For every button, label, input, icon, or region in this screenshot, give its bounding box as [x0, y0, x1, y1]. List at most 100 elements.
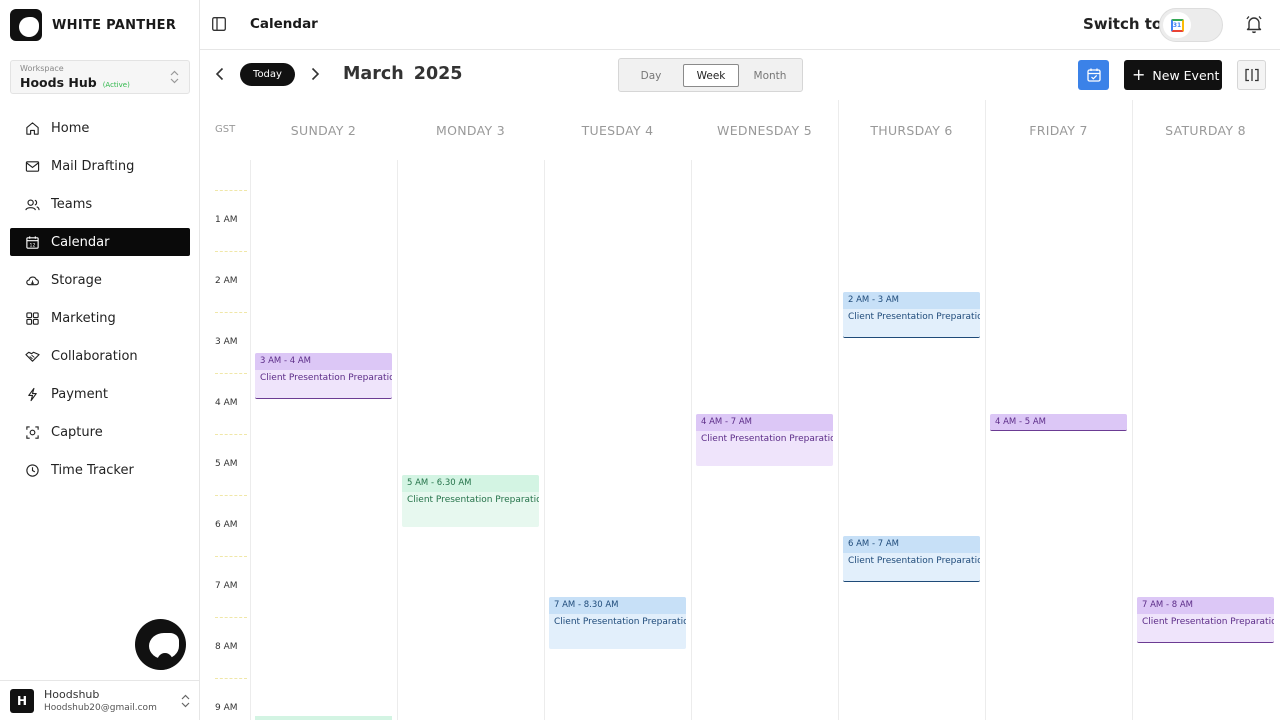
bell-icon[interactable]: [1244, 14, 1264, 34]
bolt-icon: [28, 387, 37, 401]
view-week-button[interactable]: Week: [683, 64, 739, 87]
event-title: Client Presentation Preparation: [848, 312, 980, 322]
hour-label: 2 AM: [215, 276, 238, 286]
new-event-button[interactable]: + New Event: [1124, 60, 1222, 90]
hour-label: 5 AM: [215, 459, 238, 469]
day-header[interactable]: SATURDAY 8: [1132, 123, 1279, 138]
today-button[interactable]: Today: [240, 63, 295, 86]
hour-label: 7 AM: [215, 581, 238, 591]
workspace-name: Hoods Hub (Active): [20, 74, 180, 94]
view-month-button[interactable]: Month: [743, 64, 797, 87]
sidebar-item-mail-drafting[interactable]: Mail Drafting: [10, 152, 190, 180]
calendar-event[interactable]: 4 AM - 5 AM: [990, 414, 1127, 431]
mail-icon: [25, 160, 40, 172]
sidebar-item-label: Home: [51, 120, 90, 136]
panther-logo-icon: [10, 9, 42, 41]
event-time: 5 AM - 6.30 AM: [402, 475, 539, 492]
calendar-event[interactable]: 5 AM - 6.30 AM Client Presentation Prepar…: [402, 475, 539, 527]
current-month-title: March 2025: [343, 64, 463, 84]
day-column-divider: [985, 160, 986, 720]
calendar-icon: [1086, 68, 1101, 82]
sidebar-item-label: Payment: [51, 386, 108, 402]
workspace-selector[interactable]: Workspace Hoods Hub (Active): [10, 60, 190, 94]
sidebar-item-storage[interactable]: Storage: [10, 266, 190, 294]
hour-label: 4 AM: [215, 398, 238, 408]
event-title: Client Presentation Preparation: [554, 617, 686, 627]
calendar-event-overflow[interactable]: [255, 716, 392, 720]
half-hour-tick: [215, 617, 247, 618]
workspace-name-text: Hoods Hub: [20, 75, 97, 90]
half-hour-tick: [215, 434, 247, 435]
calendar-event[interactable]: 2 AM - 3 AM Client Presentation Preparati…: [843, 292, 980, 338]
brand[interactable]: WHITE PANTHER: [10, 9, 176, 41]
sidebar-item-marketing[interactable]: Marketing: [10, 304, 190, 332]
sidebar-item-label: Storage: [51, 272, 102, 288]
users-icon: [25, 198, 40, 210]
timezone-label: GST: [215, 124, 236, 135]
brand-name: WHITE PANTHER: [52, 17, 177, 33]
day-header[interactable]: THURSDAY 6: [838, 123, 985, 138]
half-hour-tick: [215, 556, 247, 557]
sidebar-item-collaboration[interactable]: Collaboration: [10, 342, 190, 370]
half-hour-tick: [215, 678, 247, 679]
chevron-updown-icon: [181, 694, 190, 708]
hour-label: 1 AM: [215, 215, 238, 225]
calendar-event[interactable]: 7 AM - 8.30 AM Client Presentation Prepar…: [549, 597, 686, 649]
sidebar-item-label: Time Tracker: [51, 462, 134, 478]
day-column-divider: [250, 160, 251, 720]
day-column-divider: [1132, 160, 1133, 720]
hour-label: 3 AM: [215, 337, 238, 347]
account-name: Hoodshub: [44, 687, 100, 701]
home-icon: [26, 121, 39, 135]
sidebar-toggle-icon[interactable]: [212, 17, 226, 31]
sidebar-item-payment[interactable]: Payment: [10, 380, 190, 408]
sidebar-item-label: Marketing: [51, 310, 116, 326]
event-title: Client Presentation Preparation: [1142, 617, 1274, 627]
google-calendar-icon: 31: [1170, 18, 1184, 32]
day-header[interactable]: WEDNESDAY 5: [691, 123, 838, 138]
event-time: 4 AM - 5 AM: [990, 414, 1127, 430]
calendar-settings-button[interactable]: [1078, 60, 1109, 90]
view-day-button[interactable]: Day: [625, 64, 677, 87]
day-header[interactable]: MONDAY 3: [397, 123, 544, 138]
calendar-event[interactable]: 7 AM - 8 AM Client Presentation Preparati…: [1137, 597, 1274, 643]
sidebar-item-calendar[interactable]: 12 Calendar: [10, 228, 190, 256]
sidebar-item-time-tracker[interactable]: Time Tracker: [10, 456, 190, 484]
grid-icon: [26, 311, 39, 325]
event-time: 3 AM - 4 AM: [255, 353, 392, 370]
sidebar-item-label: Collaboration: [51, 348, 138, 364]
calendar-event[interactable]: 3 AM - 4 AM Client Presentation Preparati…: [255, 353, 392, 399]
month-name: March: [343, 64, 404, 84]
sidebar-item-capture[interactable]: Capture: [10, 418, 190, 446]
event-time: 2 AM - 3 AM: [843, 292, 980, 309]
split-view-button[interactable]: [1237, 60, 1266, 90]
next-week-button[interactable]: [308, 66, 322, 82]
sidebar-item-teams[interactable]: Teams: [10, 190, 190, 218]
workspace-label: Workspace: [20, 64, 64, 73]
account-avatar: H: [10, 688, 34, 713]
year: 2025: [413, 64, 463, 84]
toggle-knob: 31: [1163, 12, 1191, 38]
plus-icon: +: [1132, 65, 1146, 84]
day-header[interactable]: FRIDAY 7: [985, 123, 1132, 138]
week-calendar-grid: GST SUNDAY 2 MONDAY 3 TUESDAY 4 WEDNESDAY 5…: [200, 100, 1280, 720]
event-title: Client Presentation Preparation: [260, 373, 392, 383]
clock-icon: [26, 463, 39, 477]
view-switcher: Day Week Month: [618, 58, 803, 92]
event-title: Client Presentation Preparation: [701, 434, 833, 444]
calendar-event[interactable]: 4 AM - 7 AM Client Presentation Preparati…: [696, 414, 833, 466]
day-header[interactable]: SUNDAY 2: [250, 123, 397, 138]
capture-icon: [26, 425, 39, 439]
day-header[interactable]: TUESDAY 4: [544, 123, 691, 138]
account-menu[interactable]: H Hoodshub Hoodshub20@gmail.com: [0, 680, 200, 720]
half-hour-tick: [215, 495, 247, 496]
chevron-updown-icon: [170, 70, 179, 84]
sidebar: WHITE PANTHER Workspace Hoods Hub (Active…: [0, 0, 200, 720]
assistant-avatar[interactable]: [135, 619, 186, 670]
top-header: Calendar Switch to 31: [200, 0, 1280, 50]
sidebar-item-home[interactable]: Home: [10, 114, 190, 142]
prev-week-button[interactable]: [213, 66, 227, 82]
calendar-source-toggle[interactable]: 31: [1159, 8, 1223, 42]
calendar-event[interactable]: 6 AM - 7 AM Client Presentation Preparati…: [843, 536, 980, 582]
account-info: Hoodshub Hoodshub20@gmail.com: [44, 688, 157, 714]
